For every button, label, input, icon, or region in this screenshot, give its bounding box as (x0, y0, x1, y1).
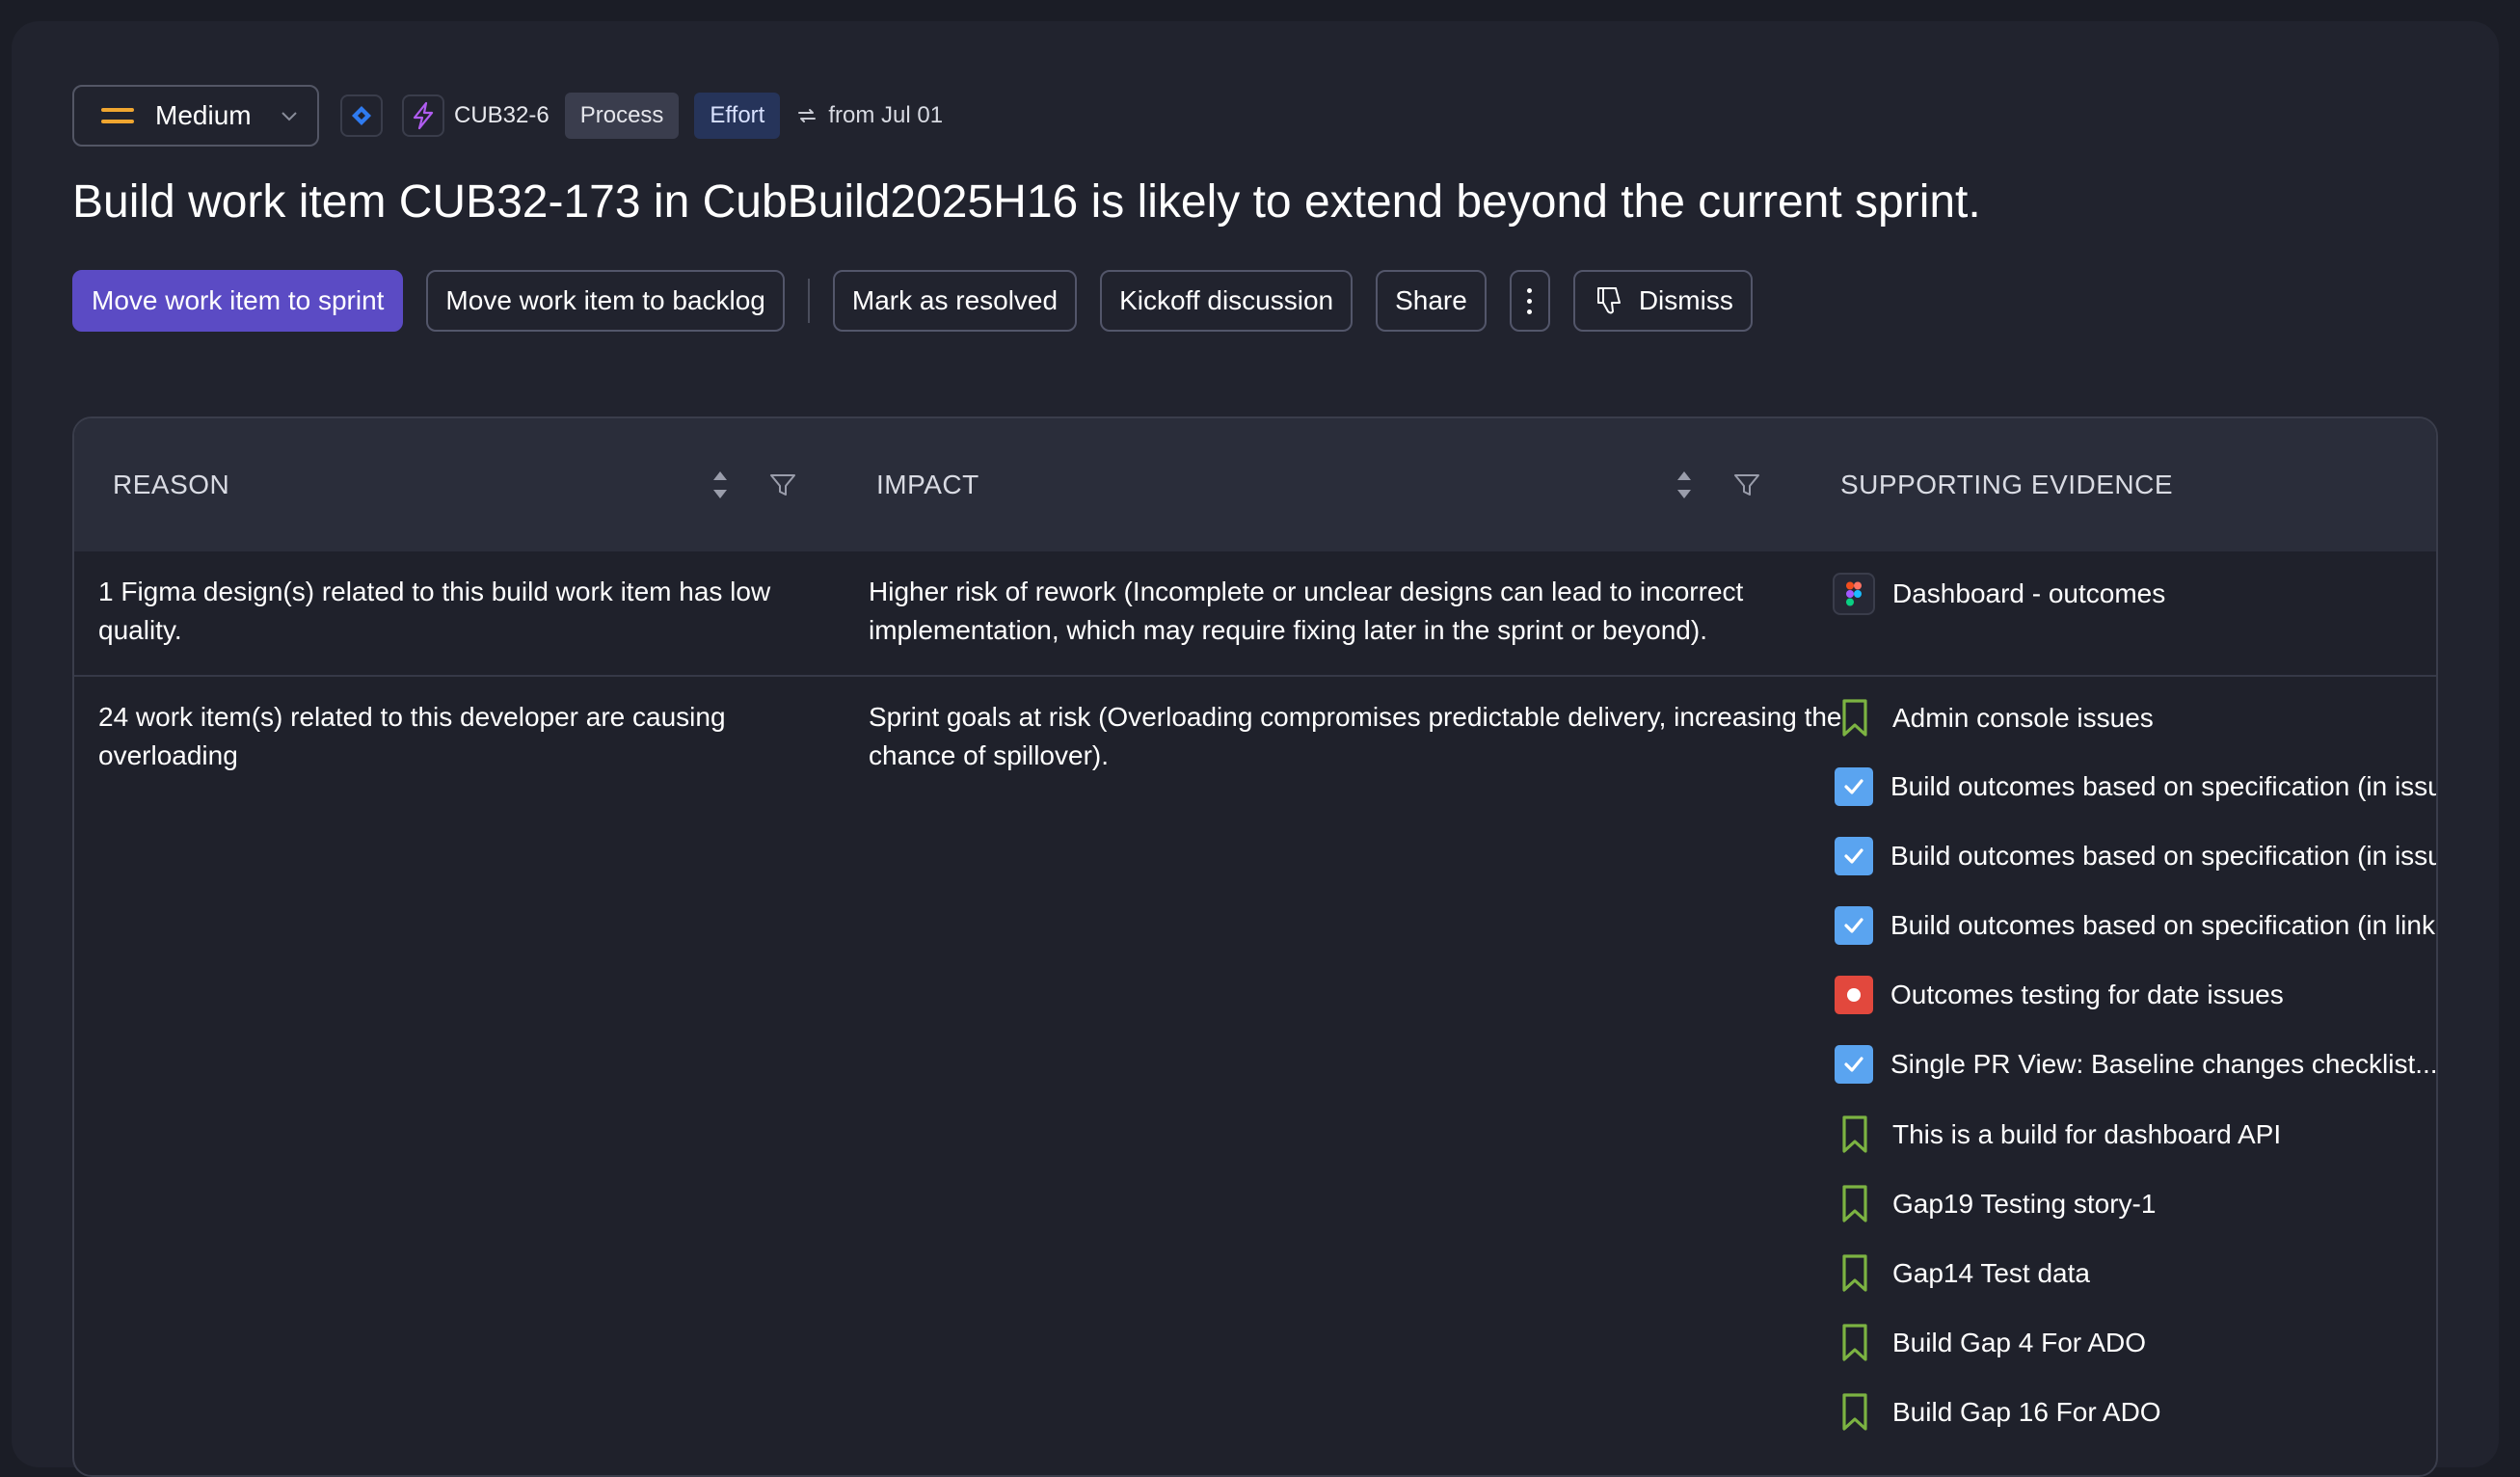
evidence-label: Gap19 Testing story-1 (1892, 1189, 2157, 1219)
evidence-label: Outcomes testing for date issues (1890, 980, 2284, 1009)
story-bookmark-icon (1835, 1323, 1875, 1363)
filter-icon[interactable] (1732, 470, 1761, 499)
story-bookmark-icon (1835, 1184, 1875, 1224)
move-to-backlog-button[interactable]: Move work item to backlog (426, 270, 785, 332)
evidence-label: Build outcomes based on specification (i… (1890, 910, 2435, 940)
recurrence-info: from Jul 01 (795, 102, 943, 129)
priority-medium-icon (101, 108, 134, 123)
evidence-item[interactable]: Build outcomes based on specification (i… (1835, 767, 2438, 806)
evidence-item[interactable]: Build Gap 4 For ADO (1835, 1323, 2146, 1363)
priority-dropdown[interactable]: Medium (72, 85, 319, 147)
impact-cell: Sprint goals at risk (Overloading compro… (869, 702, 1842, 770)
evidence-item[interactable]: Outcomes testing for date issues (1835, 976, 2284, 1014)
evidence-item[interactable]: Gap14 Test data (1835, 1253, 2090, 1294)
from-date-text: from Jul 01 (828, 102, 944, 128)
share-button[interactable]: Share (1376, 270, 1487, 332)
evidence-item[interactable]: This is a build for dashboard API (1835, 1114, 2281, 1155)
evidence-item[interactable]: Dashboard - outcomes (1833, 573, 2165, 615)
move-to-sprint-button[interactable]: Move work item to sprint (72, 270, 404, 332)
lightning-icon (402, 94, 444, 137)
issue-key[interactable]: CUB32-6 (454, 102, 550, 129)
reason-cell: 1 Figma design(s) related to this build … (98, 577, 771, 645)
insight-meta-row: Medium CUB32-6 Process Effort from Jul 0… (72, 85, 943, 147)
kickoff-discussion-button[interactable]: Kickoff discussion (1100, 270, 1354, 332)
dismiss-button[interactable]: Dismiss (1572, 270, 1753, 332)
evidence-item[interactable]: Build outcomes based on specification (i… (1835, 906, 2435, 945)
evidence-label: Build Gap 4 For ADO (1892, 1328, 2147, 1357)
bug-icon (1835, 976, 1873, 1014)
reason-cell: 24 work item(s) related to this develope… (98, 702, 726, 770)
column-header-supporting-evidence: SUPPORTING EVIDENCE (1840, 470, 2174, 499)
action-bar: Move work item to sprint Move work item … (72, 270, 1753, 332)
sort-icon[interactable] (1675, 469, 1694, 501)
evidence-label: Single PR View: Baseline changes checkli… (1890, 1049, 2438, 1079)
column-header-impact[interactable]: IMPACT (876, 418, 979, 551)
evidence-item[interactable]: Gap19 Testing story-1 (1835, 1184, 2156, 1224)
filter-icon[interactable] (768, 470, 797, 499)
evidence-item[interactable]: Admin console issues (1835, 698, 2154, 738)
dismiss-label: Dismiss (1638, 285, 1733, 315)
priority-label: Medium (155, 100, 252, 130)
evidence-label: This is a build for dashboard API (1892, 1119, 2282, 1149)
jira-icon[interactable] (340, 94, 383, 137)
evidence-label: Dashboard - outcomes (1892, 578, 2166, 608)
figma-icon (1833, 573, 1875, 615)
story-bookmark-icon (1835, 698, 1875, 738)
evidence-label: Build outcomes based on specification (i… (1890, 841, 2438, 871)
repeat-icon (798, 109, 817, 122)
evidence-label: Admin console issues (1892, 703, 2154, 733)
table-header: REASON IMPACT SUPPORTING EVIDENCE (74, 418, 2436, 551)
story-bookmark-icon (1835, 1114, 1875, 1155)
thumbs-down-icon (1596, 287, 1621, 314)
chevron-down-icon (281, 112, 297, 121)
column-header-reason[interactable]: REASON (113, 418, 229, 551)
evidence-table: REASON IMPACT SUPPORTING EVIDENCE 1 Figm… (72, 416, 2438, 1477)
mark-resolved-button[interactable]: Mark as resolved (832, 270, 1078, 332)
divider (807, 279, 810, 323)
story-bookmark-icon (1835, 1392, 1875, 1433)
sort-icon[interactable] (710, 469, 730, 501)
more-vertical-icon (1527, 287, 1533, 314)
evidence-label: Gap14 Test data (1892, 1258, 2090, 1288)
task-check-icon (1835, 767, 1873, 806)
evidence-item[interactable]: Build Gap 16 For ADO (1835, 1392, 2161, 1433)
task-check-icon (1835, 1045, 1873, 1084)
row-divider (74, 675, 2436, 677)
evidence-item[interactable]: Build outcomes based on specification (i… (1835, 837, 2438, 875)
story-bookmark-icon (1835, 1253, 1875, 1294)
more-options-button[interactable] (1509, 270, 1550, 332)
evidence-item[interactable]: Single PR View: Baseline changes checkli… (1835, 1045, 2438, 1084)
evidence-label: Build Gap 16 For ADO (1892, 1397, 2161, 1427)
task-check-icon (1835, 906, 1873, 945)
tag-process: Process (564, 93, 680, 139)
impact-cell: Higher risk of rework (Incomplete or unc… (869, 577, 1744, 645)
insight-title: Build work item CUB32-173 in CubBuild202… (72, 176, 1981, 228)
evidence-label: Build outcomes based on specification (i… (1890, 771, 2438, 801)
tag-effort: Effort (694, 93, 781, 139)
task-check-icon (1835, 837, 1873, 875)
